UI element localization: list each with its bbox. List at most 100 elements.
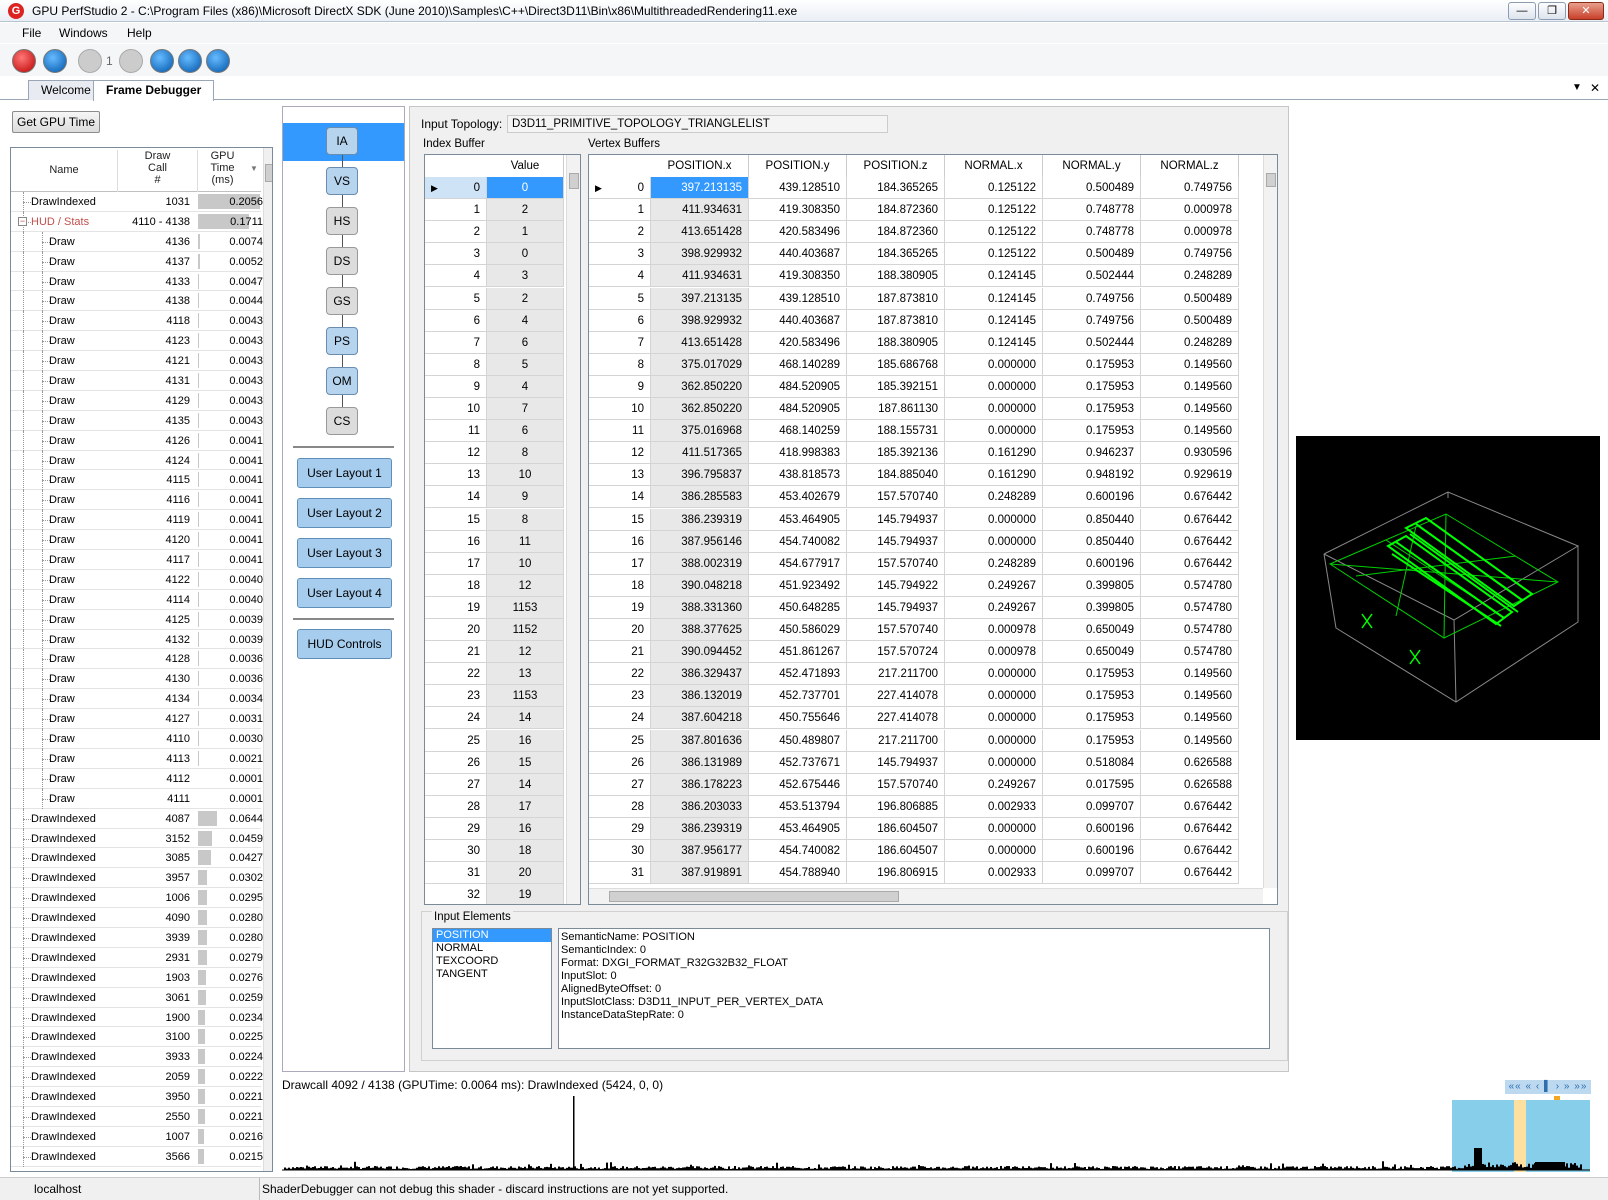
vertex-vscrollbar[interactable] (1263, 155, 1277, 888)
vertex-col-header[interactable]: POSITION.x (651, 155, 749, 177)
tree-row[interactable]: Draw 4138 0.0044 (11, 291, 263, 312)
index-value[interactable]: 2 (487, 199, 564, 222)
tree-row[interactable]: DrawIndexed 3085 0.0427 (11, 848, 263, 869)
tree-row[interactable]: Draw 4129 0.0043 (11, 390, 263, 411)
vertex-cell[interactable]: 0.676442 (1141, 840, 1239, 862)
index-value[interactable]: 5 (487, 353, 564, 376)
vertex-cell[interactable]: 0.626588 (1141, 773, 1239, 796)
vertex-cell[interactable]: 157.570740 (847, 486, 945, 509)
vertex-row-number[interactable]: 6 (589, 309, 651, 332)
vertex-cell[interactable]: 0.149560 (1141, 375, 1239, 398)
stage-gs[interactable]: GS (326, 287, 358, 315)
vertex-cell[interactable]: 387.956177 (651, 840, 749, 862)
vertex-cell[interactable]: 0.676442 (1141, 862, 1239, 885)
restore-button[interactable]: ❐ (1538, 2, 1566, 20)
close-window-button[interactable]: ✕ (1568, 2, 1604, 20)
vertex-row-number[interactable]: 8 (589, 353, 651, 376)
vertex-cell[interactable]: 0.175953 (1043, 353, 1141, 376)
vertex-cell[interactable]: 0.175953 (1043, 375, 1141, 398)
vertex-cell[interactable]: 227.414078 (847, 707, 945, 730)
index-value[interactable]: 15 (487, 751, 564, 774)
vertex-cell[interactable]: 453.464905 (749, 508, 847, 531)
index-value[interactable]: 14 (487, 773, 564, 796)
col-gpu-time[interactable]: GPU Time (ms) (197, 150, 247, 192)
stage-vs[interactable]: VS (326, 167, 358, 195)
vertex-cell[interactable]: 0.175953 (1043, 685, 1141, 708)
vertex-cell[interactable]: 387.604218 (651, 707, 749, 730)
vertex-row-number[interactable]: 29 (589, 817, 651, 840)
vertex-row-number[interactable]: 4 (589, 265, 651, 288)
index-value[interactable]: 1153 (487, 596, 564, 619)
vertex-cell[interactable]: 439.128510 (749, 177, 847, 199)
index-value[interactable]: 12 (487, 641, 564, 664)
index-value[interactable]: 0 (487, 243, 564, 266)
vertex-cell[interactable]: 468.140289 (749, 353, 847, 376)
vertex-row-number[interactable]: 26 (589, 751, 651, 774)
tree-row[interactable]: Draw 4132 0.0039 (11, 629, 263, 650)
vertex-cell[interactable]: 0.574780 (1141, 596, 1239, 619)
vertex-cell[interactable]: 0.099707 (1043, 862, 1141, 885)
index-value[interactable]: 1153 (487, 685, 564, 708)
vertex-cell[interactable]: 390.048218 (651, 574, 749, 597)
tree-row[interactable]: DrawIndexed 3957 0.0302 (11, 868, 263, 889)
vertex-cell[interactable]: 411.934631 (651, 199, 749, 222)
index-value[interactable]: 20 (487, 862, 564, 885)
vertex-cell[interactable]: 453.464905 (749, 817, 847, 840)
index-row-number[interactable]: 14 (425, 486, 487, 509)
vertex-cell[interactable]: 217.211700 (847, 729, 945, 752)
tree-scrollbar[interactable] (263, 148, 272, 1171)
vertex-cell[interactable]: 0.017595 (1043, 773, 1141, 796)
tab-close-icon[interactable]: ✕ (1590, 81, 1600, 95)
tree-row[interactable]: Draw 4128 0.0036 (11, 649, 263, 670)
vertex-cell[interactable]: 0.000000 (945, 530, 1043, 553)
vertex-cell[interactable]: 450.648285 (749, 596, 847, 619)
vertex-cell[interactable]: 0.161290 (945, 464, 1043, 487)
vertex-cell[interactable]: 184.365265 (847, 177, 945, 199)
vertex-cell[interactable]: 453.513794 (749, 795, 847, 818)
stage-cs[interactable]: CS (326, 407, 358, 435)
vertex-cell[interactable]: 145.794937 (847, 508, 945, 531)
index-value[interactable]: 4 (487, 309, 564, 332)
vertex-cell[interactable]: 0.500489 (1141, 287, 1239, 310)
vertex-cell[interactable]: 0.749756 (1043, 287, 1141, 310)
tree-row[interactable]: DrawIndexed 3566 0.0215 (11, 1146, 263, 1167)
tree-row[interactable]: DrawIndexed 2550 0.0221 (11, 1106, 263, 1127)
step-forward-icon[interactable] (119, 49, 143, 73)
vertex-cell[interactable]: 0.175953 (1043, 729, 1141, 752)
vertex-cell[interactable]: 386.239319 (651, 817, 749, 840)
vertex-row-number[interactable]: 22 (589, 663, 651, 686)
tree-row[interactable]: Draw 4114 0.0040 (11, 589, 263, 610)
timeline-current-marker[interactable] (1514, 1100, 1526, 1172)
index-value[interactable]: 8 (487, 442, 564, 465)
vertex-cell[interactable]: 388.331360 (651, 596, 749, 619)
vertex-cell[interactable]: 0.676442 (1141, 508, 1239, 531)
tree-row[interactable]: Draw 4124 0.0041 (11, 450, 263, 471)
vertex-cell[interactable]: 0.600196 (1043, 817, 1141, 840)
index-row-number[interactable]: 1 (425, 199, 487, 222)
vertex-cell[interactable]: 452.471893 (749, 663, 847, 686)
vertex-cell[interactable]: 0.249267 (945, 574, 1043, 597)
vertex-cell[interactable]: 145.794937 (847, 596, 945, 619)
index-value-header[interactable]: Value (487, 155, 564, 177)
tree-row[interactable]: DrawIndexed 3100 0.0225 (11, 1027, 263, 1048)
vertex-cell[interactable]: 0.500489 (1043, 177, 1141, 199)
index-value[interactable]: 10 (487, 464, 564, 487)
vertex-cell[interactable]: 0.518084 (1043, 751, 1141, 774)
vertex-cell[interactable]: 188.380905 (847, 331, 945, 354)
vertex-cell[interactable]: 0.676442 (1141, 530, 1239, 553)
vertex-cell[interactable]: 0.500489 (1141, 309, 1239, 332)
vertex-cell[interactable]: 0.749756 (1141, 177, 1239, 199)
index-row-number[interactable]: 4 (425, 265, 487, 288)
vertex-cell[interactable]: 419.308350 (749, 265, 847, 288)
tree-row[interactable]: Draw 4113 0.0021 (11, 748, 263, 769)
index-row-number[interactable]: 17 (425, 552, 487, 575)
index-row-number[interactable]: 9 (425, 375, 487, 398)
index-value[interactable]: 19 (487, 884, 564, 904)
tree-row[interactable]: Draw 4110 0.0030 (11, 729, 263, 750)
vertex-cell[interactable]: 0.000000 (945, 817, 1043, 840)
vertex-row-number[interactable]: 24 (589, 707, 651, 730)
vertex-cell[interactable]: 0.249267 (945, 596, 1043, 619)
vertex-cell[interactable]: 0.650049 (1043, 641, 1141, 664)
vertex-cell[interactable]: 420.583496 (749, 221, 847, 244)
tab-dropdown-icon[interactable]: ▼ (1572, 82, 1582, 93)
